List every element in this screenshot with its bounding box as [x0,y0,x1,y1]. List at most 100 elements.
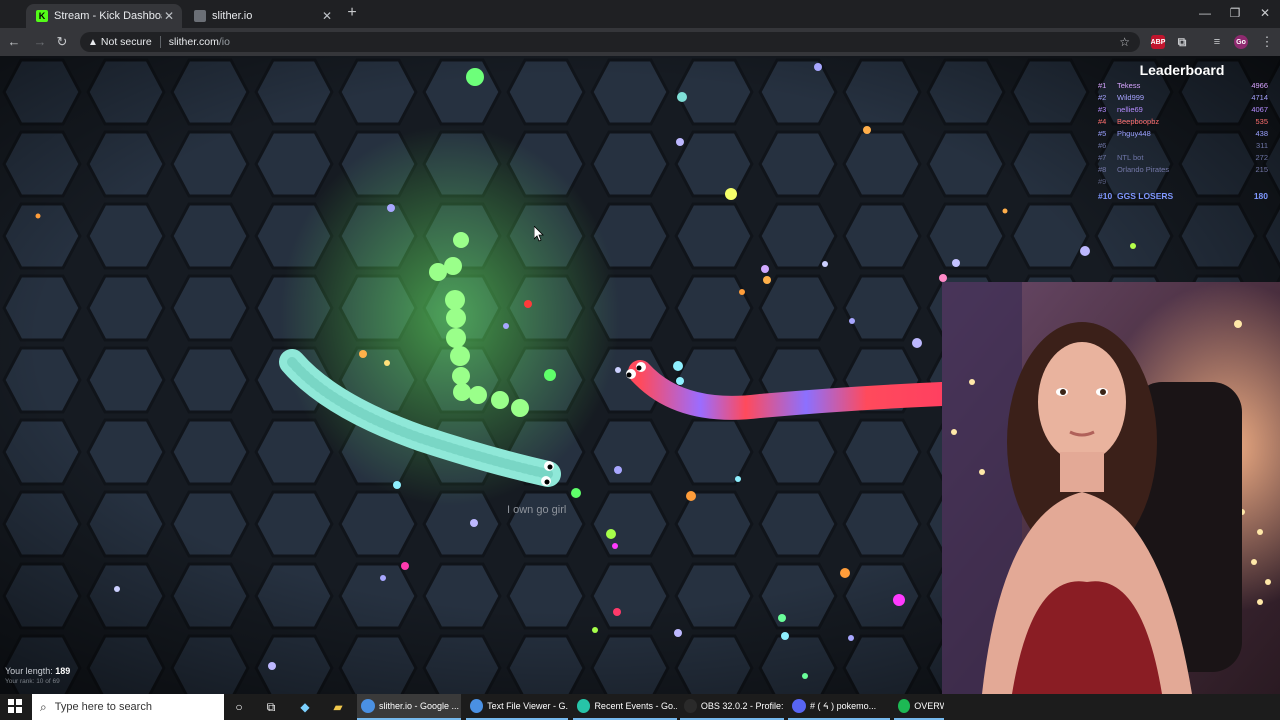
leaderboard-row: #4 Beepboopbz 535 [1092,116,1272,128]
length-value: 189 [55,666,71,676]
player-stats: Your length: 189 Your rank: 10 of 69 [5,666,70,685]
copilot-icon[interactable]: ◆ [296,698,314,716]
leaderboard-title: Leaderboard [1139,62,1225,78]
leaderboard-score: 215 [1255,165,1268,174]
leaderboard-score: 180 [1253,191,1268,201]
leaderboard-name: NTL bot [1117,153,1144,162]
leaderboard-name: Wild999 [1117,93,1145,102]
obs-icon [684,699,697,713]
taskbar-app-label: Recent Events - Go... [594,701,677,711]
divider [159,36,161,48]
leaderboard-row: #8 Orlando Pirates 215 [1092,164,1272,176]
taskbar-search-input[interactable]: ⌕ Type here to search [32,694,224,720]
address-bar[interactable]: ▲ Not secure slither.com /io ☆ [80,32,1140,52]
url-path: /io [218,36,230,48]
browser-toolbar: ← → ↻ ▲ Not secure slither.com /io ☆ ABP… [0,28,1280,56]
leaderboard-score: 535 [1255,117,1268,126]
new-tab-button[interactable]: + [343,5,361,22]
taskbar-app-button[interactable]: Text File Viewer - G... [466,694,568,720]
leaderboard-score: 4067 [1251,105,1268,114]
leaderboard-rank: #7 [1098,153,1107,162]
leaderboard-name: Orlando Pirates [1117,165,1170,174]
leaderboard-row: #9 [1092,176,1272,188]
taskbar-app-label: # ( ᔦ ) pokemo... [810,700,877,711]
leaderboard-name: nellie69 [1117,105,1143,114]
leaderboard-rows: #1 Tekess 4966 #2 Wild999 4714 #3 nellie69 4067 #… [1092,80,1272,202]
chrome-icon [361,699,375,713]
discord-icon [792,699,806,713]
close-tab-icon[interactable]: ✕ [162,9,176,23]
leaderboard-name: GGS LOSERS [1117,191,1174,201]
leaderboard-rank: #3 [1098,105,1107,114]
slither-favicon-icon [194,10,206,22]
taskbar-app-label: slither.io - Google ... [379,701,460,711]
taskbar-app-button[interactable]: OBS 32.0.2 - Profile:... [680,694,784,720]
search-icon: ⌕ [40,699,47,714]
leaderboard-name: Phguy448 [1117,129,1151,138]
leaderboard-rank: #6 [1098,141,1107,150]
chrome-icon [470,699,484,713]
tab-slither[interactable]: slither.io ✕ [184,4,340,28]
streamer-webcam [942,282,1280,694]
task-view-icon[interactable]: ⧉ [262,698,280,716]
leaderboard-row: #6 311 [1092,140,1272,152]
leaderboard-row: #10 GGS LOSERS 180 [1092,190,1272,202]
forward-arrow-icon[interactable]: → [32,34,48,50]
leaderboard-rank: #5 [1098,129,1107,138]
security-label: Not secure [100,36,152,48]
kick-favicon-icon: K [36,10,48,22]
leaderboard-row: #2 Wild999 4714 [1092,92,1272,104]
minimize-button[interactable]: — [1190,4,1220,22]
leaderboard-score: 311 [1256,141,1268,150]
menu-kebab-icon[interactable]: ⋮ [1259,34,1275,50]
events-icon [577,699,591,713]
close-tab-icon[interactable]: ✕ [320,9,334,23]
windows-taskbar: ⌕ Type here to search ○ ⧉ ◆ ▰ slither.io… [0,694,1280,720]
windows-start-icon[interactable] [8,699,24,715]
tab-label: Stream - Kick Dashboard [54,10,162,22]
chat-message: I own go girl [507,504,567,516]
reload-icon[interactable]: ↻ [54,34,70,50]
leaderboard-rank: #4 [1098,117,1107,126]
taskbar-app-label: Text File Viewer - G... [487,701,568,711]
browser-tab-strip: K Stream - Kick Dashboard ✕ slither.io ✕… [0,0,1280,28]
length-label: Your length: [5,666,53,676]
leaderboard-row: #3 nellie69 4067 [1092,104,1272,116]
taskbar-app-button[interactable]: OVERW [894,694,944,720]
extensions-puzzle-icon[interactable]: ⧉ [1175,35,1189,49]
profile-avatar[interactable]: Go [1234,35,1248,49]
leaderboard-row: #5 Phguy448 438 [1092,128,1272,140]
leaderboard-row: #1 Tekess 4966 [1092,80,1272,92]
leaderboard-score: 4714 [1251,93,1268,102]
file-explorer-icon[interactable]: ▰ [329,698,347,716]
spotify-icon [898,699,911,713]
taskbar-app-label: OVERW [914,701,944,711]
taskbar-app-label: OBS 32.0.2 - Profile:... [700,701,784,711]
leaderboard-score: 272 [1255,153,1268,162]
leaderboard-row: #7 NTL bot 272 [1092,152,1272,164]
leaderboard-score: 438 [1255,129,1268,138]
leaderboard-rank: #10 [1098,191,1113,201]
search-placeholder: Type here to search [54,701,152,713]
length-display: Your length: 189 [5,666,70,676]
taskbar-app-button[interactable]: slither.io - Google ... [357,694,461,720]
security-indicator[interactable]: ▲ Not secure [88,36,152,48]
cortana-icon[interactable]: ○ [230,698,248,716]
adblock-extension-icon[interactable]: ABP [1151,35,1165,49]
close-window-button[interactable]: ✕ [1250,4,1280,22]
bookmark-star-icon[interactable]: ☆ [1119,35,1130,49]
restore-button[interactable]: ❐ [1220,4,1250,22]
warning-icon: ▲ [88,36,98,48]
url-host: slither.com [168,36,219,48]
leaderboard-name: Tekess [1117,81,1141,90]
leaderboard-rank: #1 [1098,81,1107,90]
leaderboard-rank: #2 [1098,93,1107,102]
back-arrow-icon[interactable]: ← [6,34,22,50]
taskbar-app-button[interactable]: # ( ᔦ ) pokemo... [788,694,890,720]
leaderboard-rank: #9 [1098,177,1107,186]
tab-kick-dashboard[interactable]: K Stream - Kick Dashboard ✕ [26,4,182,28]
taskbar-app-button[interactable]: Recent Events - Go... [573,694,677,720]
media-control-icon[interactable]: ≡ [1210,35,1224,49]
leaderboard: Leaderboard #1 Tekess 4966 #2 Wild999 4714 #3 n… [1092,62,1272,202]
leaderboard-score: 4966 [1251,81,1268,90]
